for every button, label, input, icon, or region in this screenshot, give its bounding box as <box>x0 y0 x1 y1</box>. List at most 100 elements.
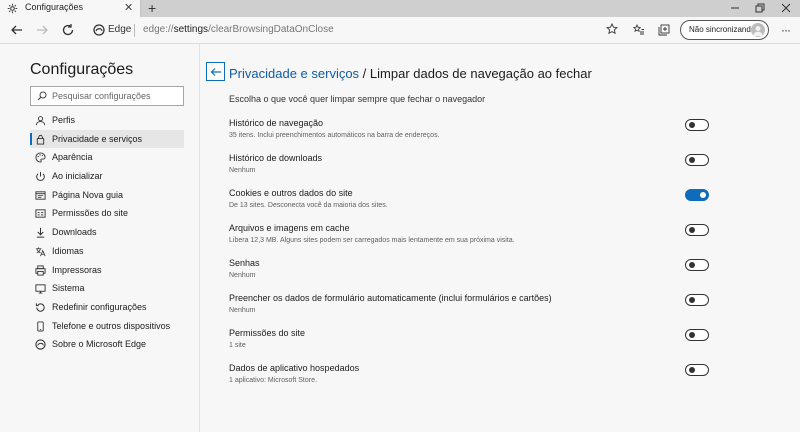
sidebar-item-label: Telefone e outros dispositivos <box>52 320 171 331</box>
sidebar-item-idiomas[interactable]: Idiomas <box>30 242 184 261</box>
address-bar[interactable]: Edge edge://settings/clearBrowsingDataOn… <box>87 21 629 40</box>
restore-icon[interactable] <box>753 1 767 15</box>
close-icon[interactable] <box>779 1 793 15</box>
setting-description: Nenhum <box>229 167 256 174</box>
minimize-icon[interactable] <box>728 1 742 15</box>
toggle-switch[interactable] <box>685 329 709 341</box>
new-tab-page-icon <box>35 191 46 200</box>
toggle-switch[interactable] <box>685 364 709 376</box>
sidebar-item-label: Redefinir configurações <box>52 301 147 312</box>
setting-row: Arquivos e imagens em cache Libera 12,3 M… <box>229 221 711 256</box>
breadcrumb[interactable]: Privacidade e serviços <box>229 66 359 81</box>
site-permissions-icon <box>35 209 46 219</box>
sidebar-title: Configurações <box>30 61 134 78</box>
back-arrow-icon <box>210 68 221 76</box>
refresh-icon[interactable] <box>60 22 76 38</box>
language-icon <box>35 247 46 257</box>
toolbar: Edge edge://settings/clearBrowsingDataOn… <box>0 17 800 44</box>
main-content: Privacidade e serviços / Limpar dados de… <box>201 44 800 432</box>
setting-row: Permissões do site 1 site <box>229 326 711 361</box>
profile-button[interactable]: Não sincronizando <box>680 20 769 40</box>
page-title-text: Limpar dados de navegação ao fechar <box>369 66 592 81</box>
sidebar-item-label: Impressoras <box>52 264 102 275</box>
profile-icon <box>35 116 46 126</box>
intro-text: Escolha o que você quer limpar sempre qu… <box>229 94 486 104</box>
setting-row: Preencher os dados de formulário automat… <box>229 291 711 326</box>
gear-icon <box>7 3 18 14</box>
toggle-switch[interactable] <box>685 119 709 131</box>
close-icon[interactable]: ✕ <box>124 1 133 15</box>
setting-title: Permissões do site <box>229 328 306 338</box>
profile-status-label: Não sincronizando <box>689 25 756 34</box>
more-options-icon[interactable]: ··· <box>781 23 791 37</box>
sidebar-item-pagina-nova-guia[interactable]: Página Nova guia <box>30 186 184 205</box>
sidebar-item-telefone-e-outros-dispositivos[interactable]: Telefone e outros dispositivos <box>30 317 184 336</box>
site-label: Edge <box>108 24 132 35</box>
sidebar-item-ao-inicializar[interactable]: Ao inicializar <box>30 167 184 186</box>
system-icon <box>35 284 46 294</box>
setting-description: Nenhum <box>229 307 256 314</box>
sidebar-item-downloads[interactable]: Downloads <box>30 223 184 242</box>
toggle-knob <box>689 122 695 128</box>
tab-settings[interactable]: Configurações ✕ <box>0 0 141 17</box>
sidebar-item-label: Permissões do site <box>52 208 129 219</box>
sidebar-item-privacidade-e-servicos[interactable]: Privacidade e serviços <box>30 129 184 149</box>
favorites-icon[interactable] <box>633 24 645 36</box>
sidebar-item-redefinir-configuracoes[interactable]: Redefinir configurações <box>30 298 184 317</box>
sidebar-item-perfis[interactable]: Perfis <box>30 111 184 130</box>
sidebar-item-label: Sistema <box>52 283 85 294</box>
palette-icon <box>35 152 46 163</box>
back-button[interactable] <box>206 62 225 81</box>
setting-title: Histórico de downloads <box>229 153 323 163</box>
setting-row: Dados de aplicativo hospedados 1 aplicati… <box>229 361 711 396</box>
sidebar-item-impressoras[interactable]: Impressoras <box>30 261 184 280</box>
setting-description: 1 aplicativo: Microsoft Store. <box>229 377 317 384</box>
toggle-switch[interactable] <box>685 154 709 166</box>
star-icon[interactable] <box>606 23 618 35</box>
sidebar-item-label: Ao inicializar <box>52 171 103 182</box>
setting-description: Libera 12,3 MB. Alguns sites podem ser c… <box>229 237 515 244</box>
sidebar-item-label: Página Nova guia <box>52 189 124 200</box>
search-icon <box>37 91 47 101</box>
sidebar-item-label: Perfis <box>52 115 76 125</box>
search-input[interactable] <box>52 89 180 103</box>
toggle-switch[interactable] <box>685 259 709 271</box>
setting-row: Histórico de downloads Nenhum <box>229 151 711 186</box>
toggle-switch[interactable] <box>685 189 709 201</box>
search-box[interactable] <box>30 86 184 106</box>
sidebar-item-sobre-o-microsoft-edge[interactable]: Sobre o Microsoft Edge <box>30 335 184 354</box>
toggle-knob <box>689 262 695 268</box>
url-path: /clearBrowsingDataOnClose <box>208 24 334 35</box>
setting-row: Cookies e outros dados do site De 13 site… <box>229 186 711 221</box>
toggle-switch[interactable] <box>685 224 709 236</box>
sidebar: Configurações Perfis Privacidade e serviç… <box>0 44 200 432</box>
address-divider <box>134 24 135 37</box>
sidebar-item-sistema[interactable]: Sistema <box>30 279 184 298</box>
sidebar-item-aparencia[interactable]: Aparência <box>30 148 184 167</box>
toggle-knob <box>689 367 695 373</box>
plus-icon[interactable]: + <box>148 0 156 16</box>
url-prefix: edge:// <box>143 24 174 35</box>
breadcrumb-separator: / <box>359 66 370 81</box>
edge-icon <box>93 24 105 36</box>
setting-description: 1 site <box>229 342 246 349</box>
forward-arrow-icon[interactable] <box>34 22 50 38</box>
toggle-knob <box>689 157 695 163</box>
url-text[interactable]: edge://settings/clearBrowsingDataOnClose <box>143 24 334 35</box>
lock-icon <box>36 134 45 145</box>
sidebar-item-label: Aparência <box>52 152 93 163</box>
setting-title: Dados de aplicativo hospedados <box>229 363 360 373</box>
download-icon <box>36 228 45 238</box>
back-arrow-icon[interactable] <box>9 22 25 38</box>
toggle-switch[interactable] <box>685 294 709 306</box>
setting-description: 35 itens. Inclui preenchimentos automáti… <box>229 132 440 139</box>
sidebar-nav: Perfis Privacidade e serviços Aparência Ao … <box>30 111 184 354</box>
collections-icon[interactable] <box>658 24 670 36</box>
setting-title: Preencher os dados de formulário automat… <box>229 293 552 303</box>
toggle-knob <box>689 227 695 233</box>
phone-icon <box>37 321 44 332</box>
url-host: settings <box>173 24 209 35</box>
setting-description: Nenhum <box>229 272 256 279</box>
reset-icon <box>35 303 45 312</box>
sidebar-item-permissoes-do-site[interactable]: Permissões do site <box>30 204 184 223</box>
